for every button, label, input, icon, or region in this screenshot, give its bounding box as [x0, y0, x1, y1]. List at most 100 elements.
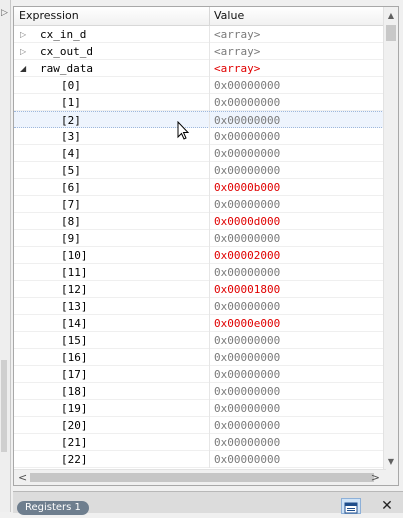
watch-row[interactable]: [4] 0x00000000 [14, 145, 386, 162]
watch-row[interactable]: [16] 0x00000000 [14, 349, 386, 366]
row-expression: [6] [61, 181, 81, 194]
column-header: Expression Value [14, 7, 386, 26]
row-expression: [21] [61, 436, 88, 449]
watch-row[interactable]: [12] 0x00001800 [14, 281, 386, 298]
row-value[interactable]: 0x00000000 [209, 400, 384, 417]
row-value[interactable]: 0x00000000 [209, 128, 384, 145]
watch-row[interactable]: [7] 0x00000000 [14, 196, 386, 213]
row-value[interactable]: <array> [209, 26, 384, 43]
row-value[interactable]: 0x00000000 [209, 162, 384, 179]
row-expression: [7] [61, 198, 81, 211]
watch-rows: ▷ cx_in_d <array> ▷ cx_out_d <array> ◢ raw_data… [14, 26, 386, 468]
row-expression: [20] [61, 419, 88, 432]
row-value[interactable]: 0x00000000 [209, 349, 384, 366]
row-value[interactable]: 0x00000000 [209, 366, 384, 383]
row-value[interactable]: 0x00002000 [209, 247, 384, 264]
row-expression: [8] [61, 215, 81, 228]
expand-arrow-icon[interactable]: ▷ [20, 43, 30, 60]
watch-row[interactable]: [5] 0x00000000 [14, 162, 386, 179]
row-value[interactable]: 0x0000e000 [209, 315, 384, 332]
row-value[interactable]: <array> [209, 60, 384, 77]
watch-row[interactable]: [20] 0x00000000 [14, 417, 386, 434]
row-value[interactable]: 0x00000000 [209, 77, 384, 94]
row-expression: [18] [61, 385, 88, 398]
scroll-right-icon[interactable]: > [371, 470, 380, 485]
expanded-arrow-icon[interactable]: ◢ [20, 60, 30, 77]
row-expression: [22] [61, 453, 88, 466]
row-value[interactable]: 0x0000d000 [209, 213, 384, 230]
row-value[interactable]: 0x00000000 [209, 451, 384, 468]
vertical-scrollbar[interactable]: ▲ ▼ [383, 7, 398, 471]
collapse-arrow-icon[interactable]: ▷ [1, 8, 8, 18]
watch-row[interactable]: [17] 0x00000000 [14, 366, 386, 383]
row-value[interactable]: 0x00000000 [209, 196, 384, 213]
row-expression: [13] [61, 300, 88, 313]
mouse-cursor-icon [177, 121, 190, 140]
row-value[interactable]: 0x0000b000 [209, 179, 384, 196]
tab-registers-1[interactable]: Registers 1 [17, 501, 89, 515]
watch-row[interactable]: [18] 0x00000000 [14, 383, 386, 400]
row-expression: [14] [61, 317, 88, 330]
row-expression: [12] [61, 283, 88, 296]
row-value[interactable]: 0x00000000 [209, 332, 384, 349]
row-value[interactable]: <array> [209, 43, 384, 60]
row-expression: [15] [61, 334, 88, 347]
row-expression: [16] [61, 351, 88, 364]
row-value[interactable]: 0x00000000 [209, 94, 384, 111]
row-expression: [11] [61, 266, 88, 279]
value-column-header[interactable]: Value [209, 7, 384, 25]
row-expression: raw_data [40, 62, 93, 75]
watch-row[interactable]: [14] 0x0000e000 [14, 315, 386, 332]
watch-row[interactable]: [2] 0x00000000 [14, 111, 386, 129]
watch-row[interactable]: [22] 0x00000000 [14, 451, 386, 468]
watch-row[interactable]: [3] 0x00000000 [14, 128, 386, 145]
watch-row[interactable]: [21] 0x00000000 [14, 434, 386, 451]
row-value[interactable]: 0x00001800 [209, 281, 384, 298]
watch-row[interactable]: [8] 0x0000d000 [14, 213, 386, 230]
row-expression: [5] [61, 164, 81, 177]
expand-arrow-icon[interactable]: ▷ [20, 26, 30, 43]
row-expression: cx_in_d [40, 28, 87, 41]
row-expression: [3] [61, 130, 81, 143]
row-expression: [19] [61, 402, 88, 415]
watch-panel: Expression Value ▷ cx_in_d <array> ▷ cx_out_… [13, 6, 399, 486]
row-expression: cx_out_d [40, 45, 93, 58]
watch-row[interactable]: [0] 0x00000000 [14, 77, 386, 94]
watch-row[interactable]: [11] 0x00000000 [14, 264, 386, 281]
watch-row[interactable]: ▷ cx_out_d <array> [14, 43, 386, 60]
watch-row[interactable]: [15] 0x00000000 [14, 332, 386, 349]
watch-row[interactable]: [1] 0x00000000 [14, 94, 386, 111]
vertical-scrollbar-thumb[interactable] [386, 25, 396, 41]
row-value[interactable]: 0x00000000 [209, 112, 384, 129]
window-glyph-icon [344, 502, 358, 514]
expression-column-header[interactable]: Expression [14, 7, 210, 25]
row-value[interactable]: 0x00000000 [209, 298, 384, 315]
row-value[interactable]: 0x00000000 [209, 383, 384, 400]
scrollbar-corner [384, 470, 398, 485]
row-value[interactable]: 0x00000000 [209, 230, 384, 247]
row-expression: [17] [61, 368, 88, 381]
horizontal-scrollbar[interactable]: < > [14, 469, 386, 485]
watch-row[interactable]: [13] 0x00000000 [14, 298, 386, 315]
scroll-down-icon[interactable]: ▼ [384, 455, 398, 469]
scroll-up-icon[interactable]: ▲ [384, 9, 398, 23]
watch-row[interactable]: ▷ cx_in_d <array> [14, 26, 386, 43]
row-expression: [4] [61, 147, 81, 160]
row-expression: [0] [61, 79, 81, 92]
row-value[interactable]: 0x00000000 [209, 417, 384, 434]
row-expression: [10] [61, 249, 88, 262]
left-panel-strip: ▷ [0, 0, 11, 512]
watch-row[interactable]: [19] 0x00000000 [14, 400, 386, 417]
row-value[interactable]: 0x00000000 [209, 434, 384, 451]
watch-row[interactable]: ◢ raw_data <array> [14, 60, 386, 77]
row-value[interactable]: 0x00000000 [209, 145, 384, 162]
scroll-left-icon[interactable]: < [18, 470, 27, 485]
bottom-tab-bar: Registers 1 ✕ [13, 491, 403, 515]
horizontal-scrollbar-thumb[interactable] [30, 473, 374, 482]
row-value[interactable]: 0x00000000 [209, 264, 384, 281]
watch-row[interactable]: [10] 0x00002000 [14, 247, 386, 264]
watch-row[interactable]: [9] 0x00000000 [14, 230, 386, 247]
watch-row[interactable]: [6] 0x0000b000 [14, 179, 386, 196]
row-expression: [2] [61, 114, 81, 127]
left-scrollbar-thumb[interactable] [1, 360, 7, 452]
